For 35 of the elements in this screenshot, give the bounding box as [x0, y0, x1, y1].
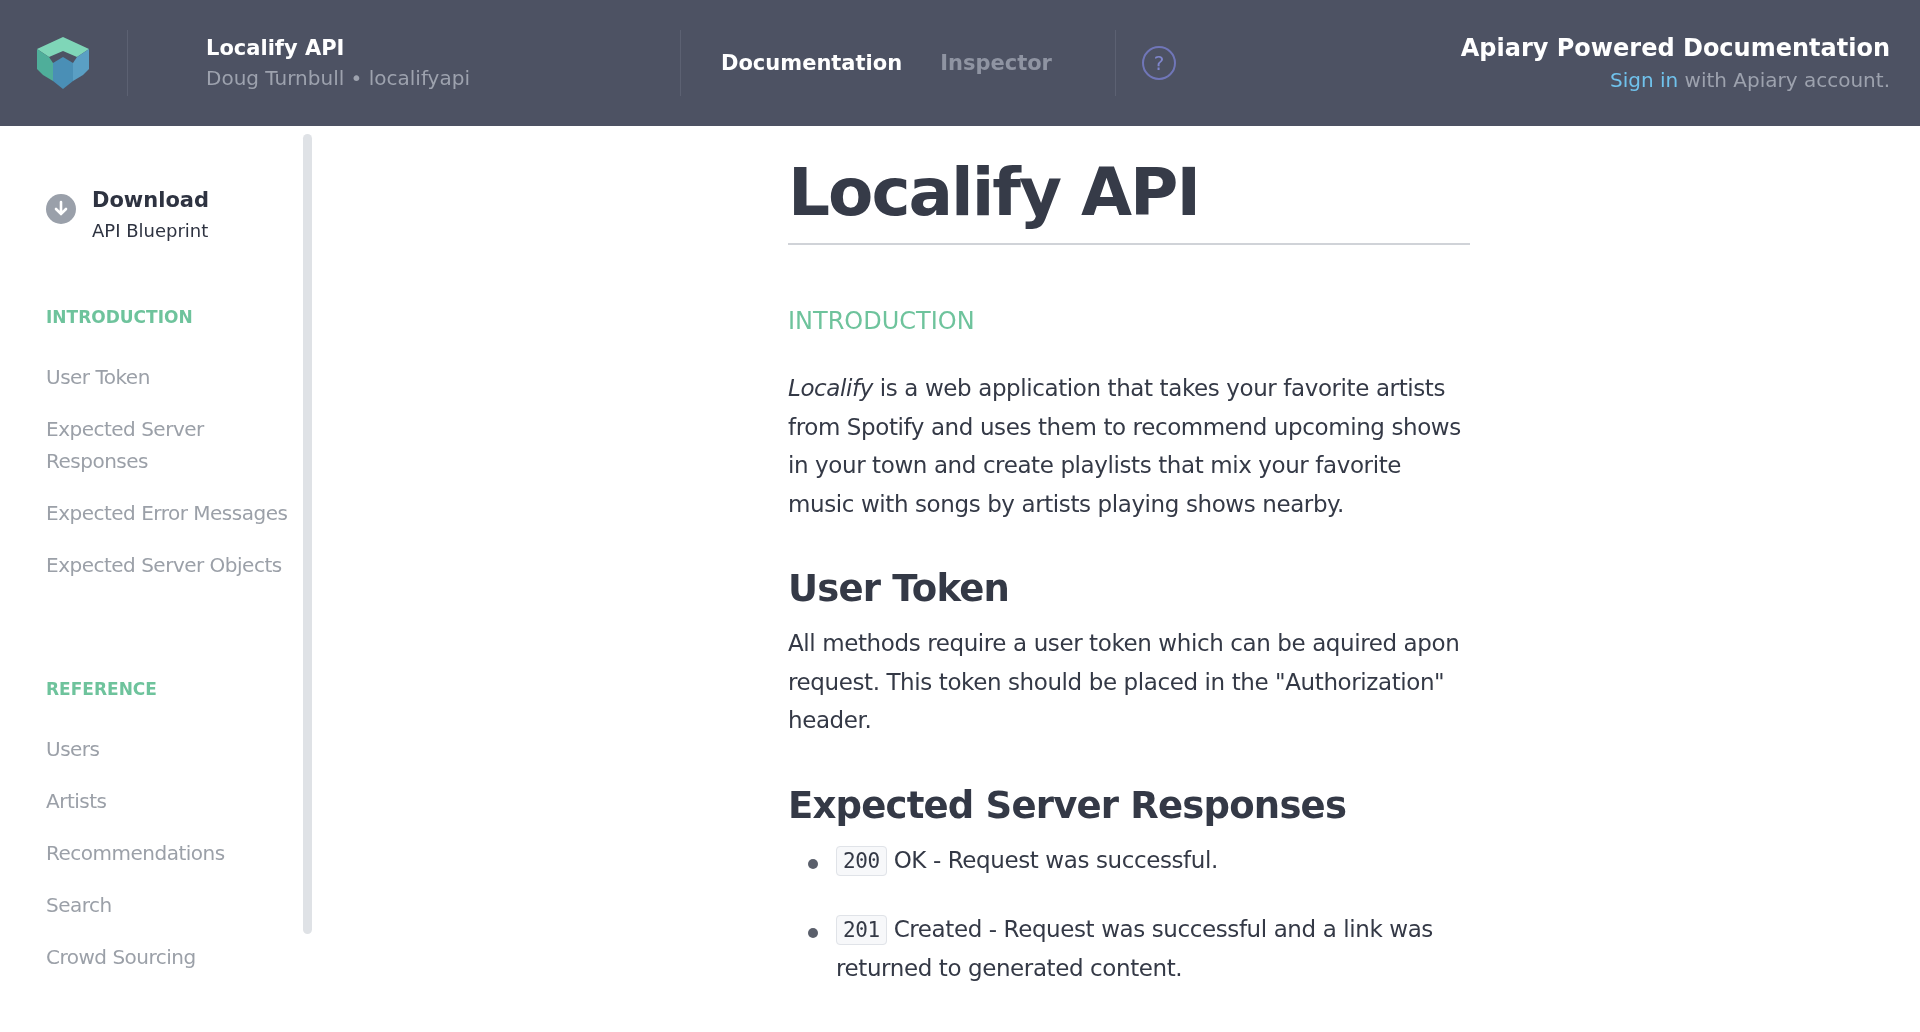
sidebar-item[interactable]: Search [46, 889, 304, 921]
help-button[interactable]: ? [1142, 46, 1176, 80]
download-icon[interactable] [46, 194, 76, 224]
nav-tab[interactable]: Inspector [940, 51, 1052, 75]
sidebar-item[interactable]: Artists [46, 785, 304, 817]
sidebar-item[interactable]: User Token [46, 361, 304, 393]
bullet-icon [808, 858, 818, 869]
status-code: 201 [836, 914, 887, 945]
section-heading: INTRODUCTION [46, 307, 193, 327]
section-label: INTRODUCTION [788, 307, 976, 335]
status-code: 200 [836, 845, 887, 876]
response-item: 200 OK - Request was successful. [836, 840, 1218, 880]
response-item: 201 Created - Request was successful and a link was returned to generated content. [836, 913, 1434, 983]
bullet-icon [808, 927, 818, 938]
intro-paragraph: Localify is a web application that takes your favorite artists from Spotify and uses them to recommend upcoming shows in your town and create playlists that mix your favorite music with songs by artists playing shows nearby. [788, 374, 1462, 519]
download-link[interactable]: Download [92, 188, 210, 212]
scrollbar[interactable] [303, 134, 312, 934]
sidebar-item[interactable]: Users [46, 733, 304, 765]
sidebar-item[interactable]: Expected Server Objects [46, 549, 304, 581]
sign-in-link[interactable]: Sign in [1610, 68, 1679, 92]
sidebar-item[interactable]: Expected Server Responses [46, 413, 304, 477]
sidebar-item[interactable]: Crowd Sourcing [46, 941, 304, 973]
project-title: Localify API [206, 36, 346, 60]
section-heading: Expected Server Responses [788, 783, 1348, 827]
nav-tab[interactable]: Documentation [721, 51, 903, 75]
project-subtitle: Doug Turnbull • localifyapi [206, 66, 471, 90]
download-subtitle: API Blueprint [92, 220, 210, 241]
brand-title: Apiary Powered Documentation [1460, 34, 1890, 62]
sidebar-item[interactable]: Expected Error Messages [46, 497, 304, 529]
sign-in-note: Sign in with Apiary account. [1609, 68, 1890, 92]
section-heading: REFERENCE [46, 679, 157, 699]
token-paragraph: All methods require a user token which can be aquired apon request. This token should be placed in the "Authorization" header. [788, 629, 1461, 735]
section-heading: User Token [788, 567, 1011, 610]
page-title: Localify API [788, 154, 1201, 231]
sidebar-item[interactable]: Recommendations [46, 837, 304, 869]
